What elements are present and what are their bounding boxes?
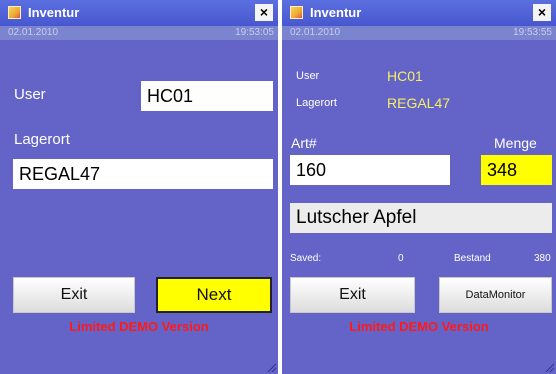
window-title: Inventur — [310, 5, 362, 20]
app-icon — [8, 6, 21, 19]
app-icon — [290, 6, 303, 19]
menge-field[interactable]: 348 — [481, 155, 552, 185]
lagerort-value: REGAL47 — [387, 95, 451, 111]
bestand-label: Bestand — [454, 253, 491, 264]
article-description-field: Lutscher Apfel — [290, 203, 552, 233]
user-label: User — [296, 70, 320, 82]
user-field[interactable]: HC01 — [141, 81, 273, 111]
user-value: HC01 — [387, 68, 423, 84]
menge-label: Menge — [494, 135, 537, 151]
inventur-window-login: Inventur × 02.01.2010 19:53:05 User HC01… — [0, 0, 278, 374]
demo-version-notice: Limited DEMO Version — [349, 319, 489, 334]
date-time-bar: 02.01.2010 19:53:55 — [282, 26, 556, 40]
date-time-bar: 02.01.2010 19:53:05 — [0, 26, 278, 40]
datamonitor-button[interactable]: DataMonitor — [439, 277, 552, 313]
next-button[interactable]: Next — [156, 277, 272, 313]
date-display: 02.01.2010 — [290, 27, 341, 38]
date-display: 02.01.2010 — [8, 27, 59, 38]
close-button[interactable]: × — [255, 4, 273, 21]
lagerort-field[interactable]: REGAL47 — [13, 159, 273, 189]
resize-grip-icon[interactable] — [544, 362, 554, 372]
lagerort-label: Lagerort — [296, 97, 337, 109]
bestand-value: 380 — [534, 253, 551, 264]
exit-button[interactable]: Exit — [13, 277, 135, 313]
resize-grip-icon[interactable] — [266, 362, 276, 372]
saved-count: 0 — [398, 253, 404, 264]
user-label: User — [14, 86, 46, 103]
time-display: 19:53:05 — [235, 27, 274, 38]
lagerort-label: Lagerort — [14, 131, 70, 148]
demo-version-notice: Limited DEMO Version — [69, 319, 209, 334]
time-display: 19:53:55 — [513, 27, 552, 38]
inventur-window-count: Inventur × 02.01.2010 19:53:55 User HC01… — [282, 0, 556, 374]
window-title: Inventur — [28, 5, 80, 20]
saved-label: Saved: — [290, 253, 322, 264]
title-bar: Inventur × — [0, 0, 278, 26]
exit-button[interactable]: Exit — [290, 277, 415, 313]
close-button[interactable]: × — [533, 4, 551, 21]
art-number-label: Art# — [291, 135, 317, 151]
art-number-field[interactable]: 160 — [290, 155, 450, 185]
title-bar: Inventur × — [282, 0, 556, 26]
